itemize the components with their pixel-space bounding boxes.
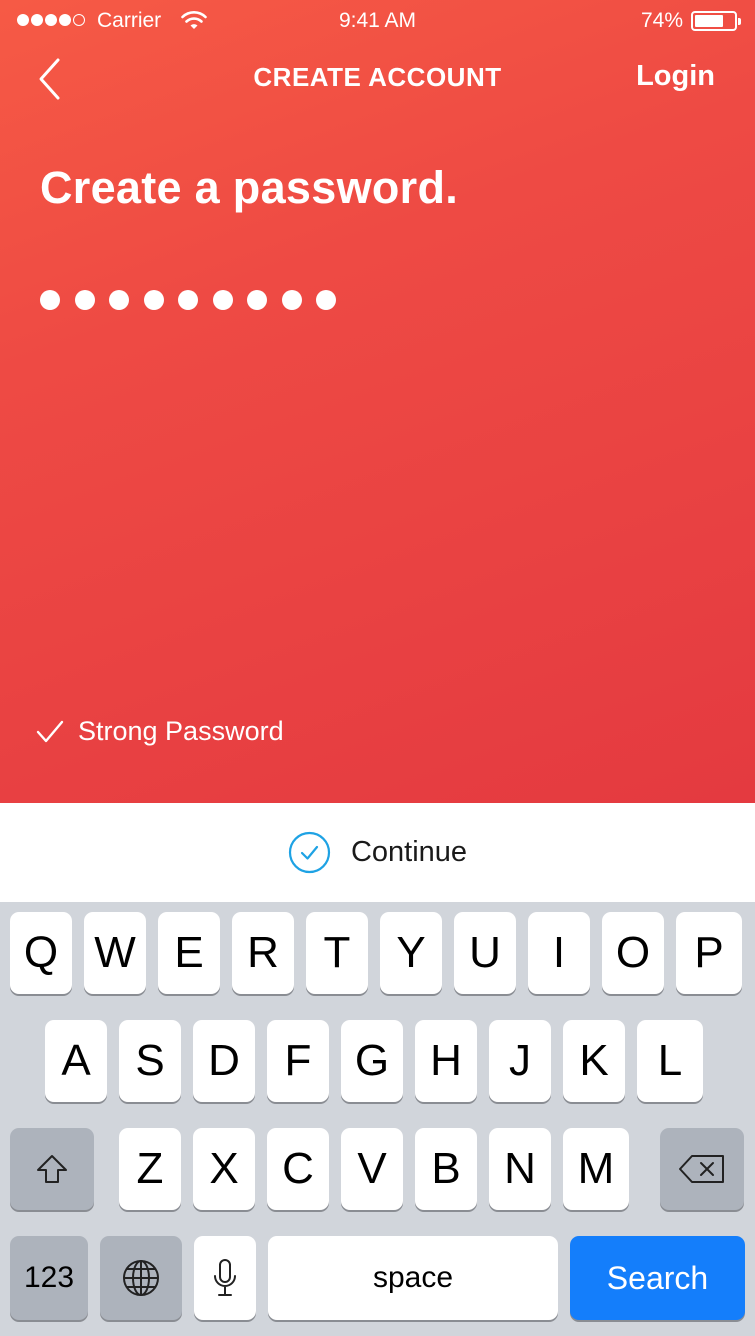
key-p[interactable]: P — [676, 912, 742, 994]
key-x[interactable]: X — [193, 1128, 255, 1210]
key-q[interactable]: Q — [10, 912, 72, 994]
delete-key[interactable] — [660, 1128, 744, 1210]
key-i[interactable]: I — [528, 912, 590, 994]
globe-key[interactable] — [100, 1236, 182, 1320]
space-key[interactable]: space — [268, 1236, 558, 1320]
password-mask-dot — [178, 290, 198, 310]
keyboard: Q W E R T Y U I O P A S D F G H J K L Z … — [0, 902, 755, 1336]
key-a[interactable]: A — [45, 1020, 107, 1102]
search-key[interactable]: Search — [570, 1236, 745, 1320]
key-k[interactable]: K — [563, 1020, 625, 1102]
key-o[interactable]: O — [602, 912, 664, 994]
password-mask-dot — [143, 290, 164, 310]
key-f[interactable]: F — [267, 1020, 329, 1102]
continue-button[interactable]: Continue — [0, 803, 755, 902]
key-s[interactable]: S — [119, 1020, 181, 1102]
password-mask-dot — [74, 290, 95, 310]
key-g[interactable]: G — [341, 1020, 403, 1102]
page-heading: Create a password. — [40, 162, 459, 213]
key-b[interactable]: B — [415, 1128, 477, 1210]
shift-icon — [37, 1155, 67, 1183]
login-button[interactable]: Login — [636, 60, 715, 93]
shift-key[interactable] — [10, 1128, 94, 1210]
password-mask-dot — [40, 290, 60, 310]
battery-percent: 74% — [640, 9, 683, 32]
key-j[interactable]: J — [489, 1020, 551, 1102]
key-y[interactable]: Y — [380, 912, 442, 994]
key-e[interactable]: E — [158, 912, 220, 994]
key-n[interactable]: N — [489, 1128, 551, 1210]
check-circle-icon — [288, 831, 331, 874]
password-field[interactable] — [40, 290, 336, 310]
key-m[interactable]: M — [563, 1128, 629, 1210]
key-l[interactable]: L — [637, 1020, 703, 1102]
password-mask-dot — [212, 290, 233, 310]
password-mask-dot — [247, 290, 267, 310]
password-strength: Strong Password — [36, 716, 284, 747]
globe-icon — [123, 1260, 159, 1296]
key-z[interactable]: Z — [119, 1128, 181, 1210]
password-mask-dot — [281, 290, 302, 310]
backspace-icon — [679, 1155, 724, 1183]
continue-label: Continue — [350, 836, 468, 868]
hero-panel: Carrier 9:41 AM 74% CREATE ACCOUNT Login… — [0, 0, 755, 803]
key-v[interactable]: V — [341, 1128, 403, 1210]
checkmark-icon — [36, 720, 64, 742]
key-w[interactable]: W — [84, 912, 146, 994]
microphone-icon — [214, 1259, 236, 1296]
status-bar: Carrier 9:41 AM 74% — [0, 0, 755, 44]
battery-icon — [691, 11, 741, 31]
password-mask-dot — [316, 290, 336, 310]
key-h[interactable]: H — [415, 1020, 477, 1102]
create-password-screen: Carrier 9:41 AM 74% CREATE ACCOUNT Login… — [0, 0, 755, 1336]
key-d[interactable]: D — [193, 1020, 255, 1102]
key-u[interactable]: U — [454, 912, 516, 994]
key-c[interactable]: C — [267, 1128, 329, 1210]
password-mask-dot — [109, 290, 129, 310]
dictation-key[interactable] — [194, 1236, 256, 1320]
password-strength-label: Strong Password — [78, 716, 284, 746]
key-r[interactable]: R — [232, 912, 294, 994]
numbers-key[interactable]: 123 — [10, 1236, 88, 1320]
key-t[interactable]: T — [306, 912, 368, 994]
